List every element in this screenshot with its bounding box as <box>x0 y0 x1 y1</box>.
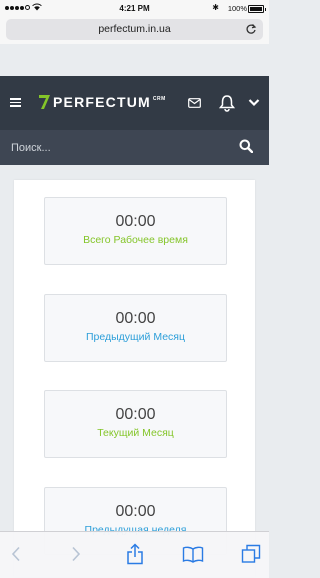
tabs-icon <box>241 544 261 563</box>
logo[interactable]: PERFECTUM CRM <box>38 92 166 112</box>
back-icon <box>11 546 20 562</box>
forward-icon <box>72 546 81 562</box>
battery-percent: 100% <box>227 4 247 13</box>
logo-mark-icon <box>39 95 50 109</box>
url-bar[interactable]: perfectum.in.ua <box>6 19 263 40</box>
menu-icon[interactable] <box>10 98 21 107</box>
browser-toolbar <box>0 531 269 578</box>
chevron-down-icon[interactable] <box>248 98 260 107</box>
stat-card-previous-month: 00:00 Предыдущий Месяц <box>44 294 227 362</box>
stat-label: Всего Рабочее время <box>83 234 188 246</box>
bluetooth-icon: ✱ <box>212 3 219 12</box>
search-icon[interactable] <box>239 139 253 153</box>
url-text: perfectum.in.ua <box>98 23 171 35</box>
stats-panel: 00:00 Всего Рабочее время 00:00 Предыдущ… <box>14 180 255 577</box>
stat-value: 00:00 <box>115 213 156 230</box>
stat-card-current-month: 00:00 Текущий Месяц <box>44 390 227 458</box>
battery-icon <box>248 5 266 13</box>
tabs-button[interactable] <box>238 540 264 568</box>
stat-card-total: 00:00 Всего Рабочее время <box>44 197 227 265</box>
bell-icon[interactable] <box>219 94 235 112</box>
logo-text: PERFECTUM <box>53 94 151 110</box>
search-bar <box>0 130 269 165</box>
mail-icon[interactable] <box>188 98 201 108</box>
share-icon <box>127 543 143 565</box>
forward-button[interactable] <box>63 540 89 568</box>
bookmarks-icon <box>182 546 204 563</box>
status-bar: 4:21 PM ✱ 100% <box>0 0 269 18</box>
stat-value: 00:00 <box>115 503 156 520</box>
app-header: PERFECTUM CRM <box>0 76 269 130</box>
stat-value: 00:00 <box>115 406 156 423</box>
stat-label: Предыдущий Месяц <box>86 331 185 343</box>
stat-value: 00:00 <box>115 310 156 327</box>
browser-chrome: 4:21 PM ✱ 100% perfectum.in.ua <box>0 0 269 44</box>
bookmarks-button[interactable] <box>180 540 206 568</box>
stat-label: Текущий Месяц <box>97 427 174 439</box>
search-input[interactable] <box>0 130 230 165</box>
share-button[interactable] <box>122 540 148 568</box>
reload-icon[interactable] <box>245 23 257 35</box>
logo-suffix: CRM <box>152 96 166 102</box>
back-button[interactable] <box>3 540 29 568</box>
